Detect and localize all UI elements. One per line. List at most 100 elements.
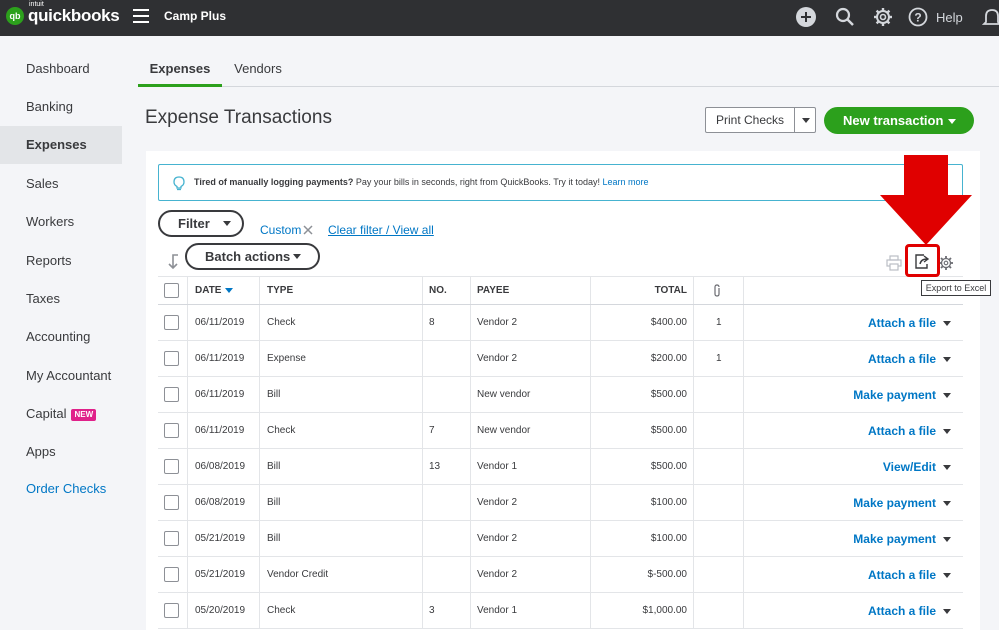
help-icon[interactable]: ? bbox=[908, 7, 928, 27]
column-header-type[interactable]: TYPE bbox=[267, 277, 293, 304]
row-action-link[interactable]: Make payment bbox=[853, 377, 936, 412]
column-header-payee[interactable]: PAYEE bbox=[477, 277, 509, 304]
close-icon[interactable] bbox=[303, 225, 313, 235]
row-checkbox[interactable] bbox=[164, 567, 179, 582]
printer-icon[interactable] bbox=[886, 255, 902, 271]
row-date: 06/11/2019 bbox=[195, 425, 245, 436]
batch-actions-button[interactable]: Batch actions bbox=[185, 243, 320, 270]
sidebar-item-apps[interactable]: Apps bbox=[0, 433, 122, 471]
table-row[interactable]: 06/11/2019 Check 8 Vendor 2 $400.00 1 Attach a… bbox=[158, 305, 963, 341]
row-type: Bill bbox=[267, 461, 281, 472]
help-label[interactable]: Help bbox=[936, 10, 963, 25]
row-action-link[interactable]: Attach a file bbox=[868, 341, 936, 376]
column-header-date[interactable]: DATE bbox=[195, 277, 234, 304]
logo-badge: qb bbox=[6, 7, 24, 25]
row-checkbox[interactable] bbox=[164, 387, 179, 402]
row-number: 8 bbox=[429, 317, 435, 328]
row-checkbox[interactable] bbox=[164, 495, 179, 510]
row-total: $500.00 bbox=[650, 389, 687, 400]
table-row[interactable]: 06/08/2019 Bill 13 Vendor 1 $500.00 View/Edit bbox=[158, 449, 963, 485]
table-row[interactable]: 05/20/2019 Check 3 Vendor 1 $1,000.00 Attach … bbox=[158, 593, 963, 629]
sidebar-item-workers[interactable]: Workers bbox=[0, 203, 122, 241]
clear-filter-link[interactable]: Clear filter / View all bbox=[328, 223, 434, 237]
row-checkbox[interactable] bbox=[164, 531, 179, 546]
sidebar-item-capital[interactable]: Capital NEW bbox=[0, 395, 122, 433]
table-header-row: DATE TYPE NO. PAYEE TOTAL bbox=[158, 276, 963, 305]
new-transaction-button[interactable]: New transaction bbox=[824, 107, 974, 134]
row-action-dropdown[interactable] bbox=[943, 321, 951, 326]
row-total: $500.00 bbox=[650, 461, 687, 472]
learn-more-link[interactable]: Learn more bbox=[602, 177, 648, 187]
print-checks-dropdown[interactable] bbox=[794, 108, 816, 132]
sidebar-item-banking[interactable]: Banking bbox=[0, 88, 122, 126]
sidebar-item-order-checks[interactable]: Order Checks bbox=[0, 470, 122, 508]
row-date: 06/08/2019 bbox=[195, 461, 246, 472]
row-action-link[interactable]: Attach a file bbox=[868, 593, 936, 628]
row-action-dropdown[interactable] bbox=[943, 501, 951, 506]
search-icon[interactable] bbox=[835, 7, 855, 27]
sidebar-item-expenses[interactable]: Expenses bbox=[0, 126, 122, 164]
sidebar-item-sales[interactable]: Sales bbox=[0, 165, 122, 203]
row-number: 3 bbox=[429, 605, 435, 616]
row-action-dropdown[interactable] bbox=[943, 393, 951, 398]
tab-vendors[interactable]: Vendors bbox=[228, 52, 288, 87]
row-action-link[interactable]: Attach a file bbox=[868, 413, 936, 448]
row-action-link[interactable]: Attach a file bbox=[868, 305, 936, 340]
row-type: Bill bbox=[267, 497, 281, 508]
row-action-dropdown[interactable] bbox=[943, 429, 951, 434]
sidebar-item-taxes[interactable]: Taxes bbox=[0, 280, 122, 318]
tab-expenses[interactable]: Expenses bbox=[138, 52, 222, 87]
column-header-total[interactable]: TOTAL bbox=[594, 277, 687, 304]
bulk-arrow-icon bbox=[168, 254, 178, 270]
quickbooks-logo[interactable]: qb intuit quickbooks bbox=[6, 1, 120, 26]
sort-down-icon bbox=[225, 288, 234, 293]
gear-icon[interactable] bbox=[873, 7, 893, 27]
top-bar: qb intuit quickbooks Camp Plus ? Help bbox=[0, 0, 999, 36]
sidebar-item-dashboard[interactable]: Dashboard bbox=[0, 50, 122, 88]
row-action-link[interactable]: Attach a file bbox=[868, 557, 936, 592]
column-header-no[interactable]: NO. bbox=[429, 277, 447, 304]
row-action-link[interactable]: View/Edit bbox=[883, 449, 936, 484]
row-date: 06/08/2019 bbox=[195, 497, 246, 508]
row-payee: Vendor 2 bbox=[477, 497, 518, 508]
row-action-dropdown[interactable] bbox=[943, 573, 951, 578]
annotation-arrow bbox=[880, 155, 972, 245]
plus-circle-icon[interactable] bbox=[796, 7, 816, 27]
row-action-dropdown[interactable] bbox=[943, 465, 951, 470]
table-row[interactable]: 06/11/2019 Check 7 New vendor $500.00 Attach … bbox=[158, 413, 963, 449]
table-row[interactable]: 06/11/2019 Bill New vendor $500.00 Make paym… bbox=[158, 377, 963, 413]
table-row[interactable]: 06/08/2019 Bill Vendor 2 $100.00 Make paymen… bbox=[158, 485, 963, 521]
batch-actions-label: Batch actions bbox=[205, 249, 291, 264]
table-row[interactable]: 05/21/2019 Vendor Credit Vendor 2 $-500.00 A… bbox=[158, 557, 963, 593]
row-type: Check bbox=[267, 317, 296, 328]
row-action-dropdown[interactable] bbox=[943, 609, 951, 614]
row-action-link[interactable]: Make payment bbox=[853, 521, 936, 556]
company-name: Camp Plus bbox=[164, 9, 227, 23]
promo-banner: Tired of manually logging payments? Pay … bbox=[158, 164, 963, 201]
row-checkbox[interactable] bbox=[164, 459, 179, 474]
row-checkbox[interactable] bbox=[164, 603, 179, 618]
table-row[interactable]: 06/11/2019 Expense Vendor 2 $200.00 1 Attach … bbox=[158, 341, 963, 377]
sidebar-item-accounting[interactable]: Accounting bbox=[0, 318, 122, 356]
export-excel-button[interactable] bbox=[905, 244, 940, 277]
row-total: $500.00 bbox=[650, 425, 687, 436]
row-action-dropdown[interactable] bbox=[943, 537, 951, 542]
row-checkbox[interactable] bbox=[164, 423, 179, 438]
row-action-dropdown[interactable] bbox=[943, 357, 951, 362]
row-date: 06/11/2019 bbox=[195, 389, 245, 400]
bell-icon[interactable] bbox=[982, 7, 999, 27]
print-checks-button[interactable]: Print Checks bbox=[705, 107, 816, 133]
sidebar-item-my-accountant[interactable]: My Accountant bbox=[0, 357, 122, 395]
filter-button[interactable]: Filter bbox=[158, 210, 244, 237]
menu-icon[interactable] bbox=[133, 9, 149, 23]
row-action-link[interactable]: Make payment bbox=[853, 485, 936, 520]
new-transaction-label: New transaction bbox=[843, 113, 944, 128]
row-checkbox[interactable] bbox=[164, 351, 179, 366]
row-checkbox[interactable] bbox=[164, 315, 179, 330]
sidebar-item-reports[interactable]: Reports bbox=[0, 242, 122, 280]
select-all-checkbox[interactable] bbox=[164, 283, 179, 298]
table-row[interactable]: 05/21/2019 Bill Vendor 2 $100.00 Make paymen… bbox=[158, 521, 963, 557]
row-type: Bill bbox=[267, 389, 281, 400]
table-settings-icon[interactable] bbox=[938, 255, 954, 271]
sidebar-item-label: Capital bbox=[26, 406, 67, 421]
